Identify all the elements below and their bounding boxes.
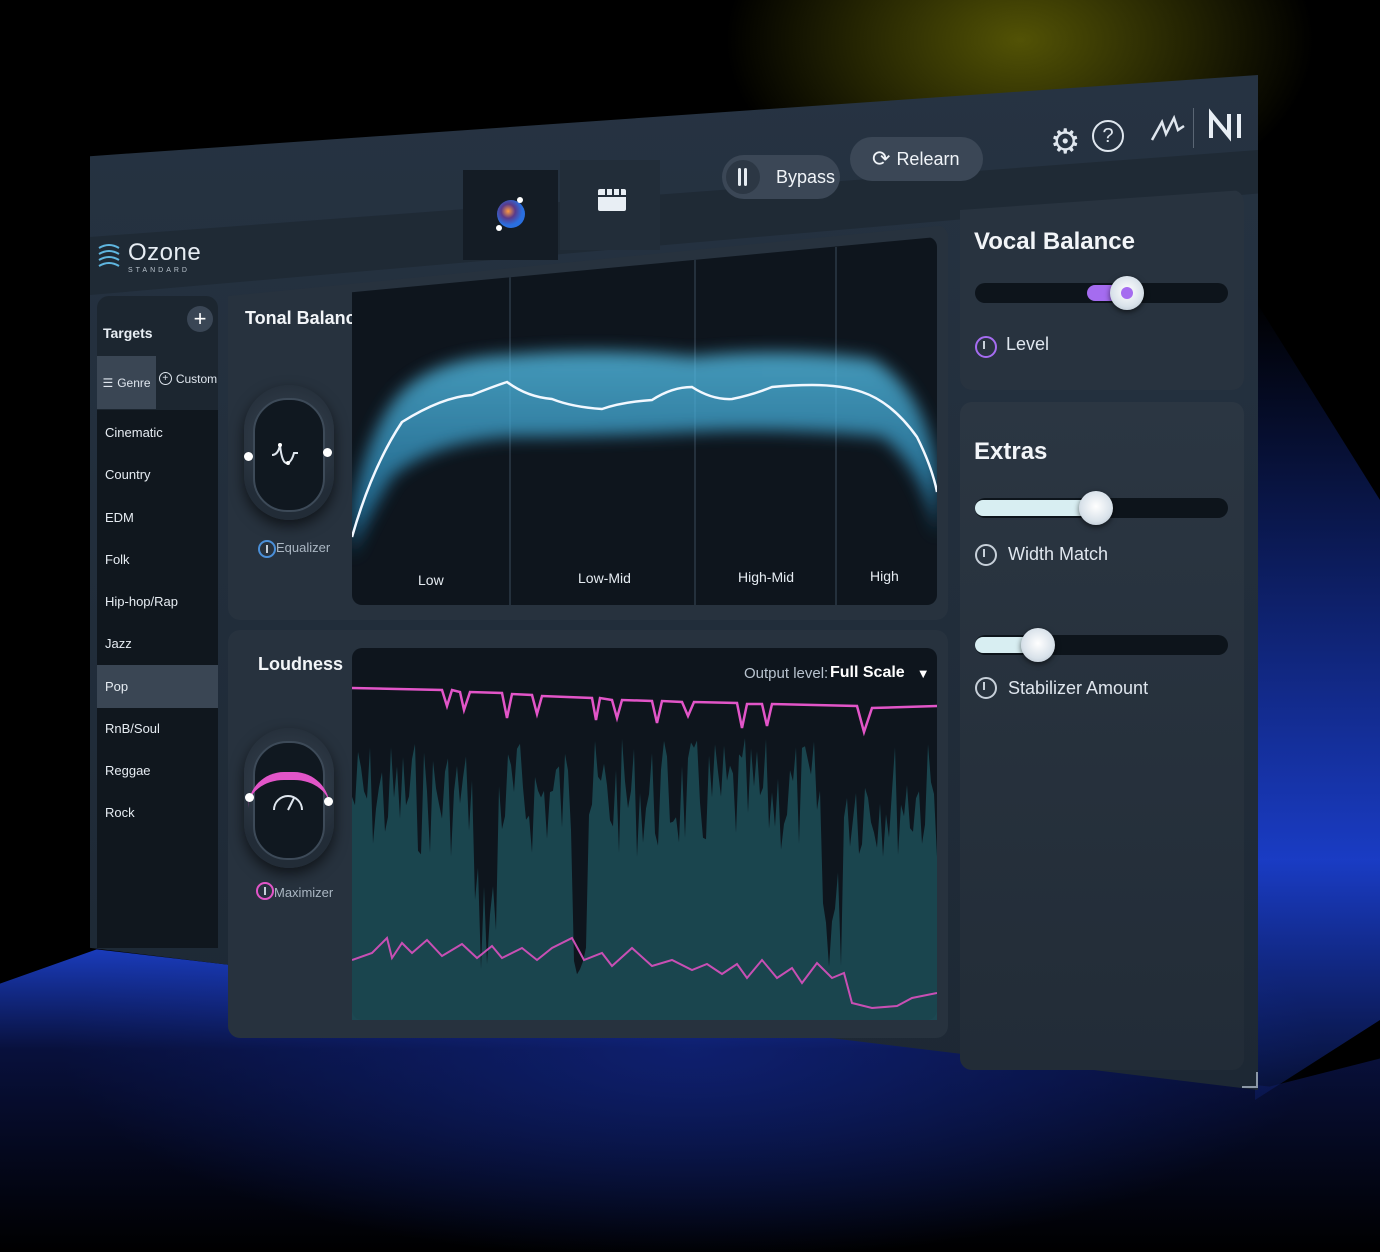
maximizer-label: Maximizer	[274, 885, 334, 900]
width-match-slider-fill	[975, 500, 1097, 516]
waveform-area	[352, 738, 937, 1020]
eq-curve-icon	[271, 443, 298, 465]
header-divider	[1193, 108, 1194, 148]
plus-circle-icon: +	[158, 372, 172, 385]
equalizer-power-icon[interactable]	[258, 540, 276, 558]
genre-item[interactable]: Jazz	[105, 636, 132, 651]
vocal-balance-title: Vocal Balance	[974, 228, 1135, 255]
eq-knob-right-handle[interactable]	[323, 448, 332, 457]
vocal-level-label: Level	[1006, 334, 1050, 354]
width-match-power-icon[interactable]	[975, 544, 997, 566]
tonal-curve-graph	[352, 247, 937, 605]
chevron-down-icon: ▼	[916, 665, 930, 681]
ni-logo-icon[interactable]	[1207, 108, 1247, 142]
band-label-high-mid: High-Mid	[738, 569, 795, 585]
loudness-waveform-graph	[352, 686, 937, 1020]
tonal-balance-display: Low Low-Mid High-Mid High	[352, 237, 937, 605]
maximizer-knob-left-handle[interactable]	[245, 793, 254, 802]
stabilizer-slider-thumb[interactable]	[1021, 628, 1056, 662]
band-label-low-mid: Low-Mid	[578, 570, 631, 586]
tab-custom[interactable]: + Custom	[158, 352, 218, 405]
band-label-high: High	[870, 568, 899, 584]
targets-title: Targets	[103, 325, 153, 341]
tab-genre[interactable]: ☰ Genre	[97, 356, 156, 409]
target-range-band	[352, 351, 937, 557]
genre-item[interactable]: Rock	[105, 805, 135, 820]
width-match-label: Width Match	[1008, 544, 1109, 564]
modules-grid-icon	[598, 189, 626, 211]
speedometer-icon	[273, 795, 303, 811]
app-logo: Ozone STANDARD	[96, 238, 201, 274]
equalizer-label: Equalizer	[276, 540, 331, 555]
ozone-swirl-icon	[98, 244, 120, 267]
assistant-orb-icon	[496, 197, 525, 231]
tonal-balance-title: Tonal Balance	[245, 308, 366, 328]
stabilizer-power-icon[interactable]	[975, 677, 997, 699]
help-icon[interactable]: ?	[1092, 120, 1124, 152]
add-target-button[interactable]: +	[187, 306, 213, 332]
genre-item[interactable]: Hip-hop/Rap	[105, 594, 178, 609]
tab-assistant[interactable]	[463, 170, 558, 260]
app-name: Ozone	[128, 238, 202, 266]
output-level-value: Full Scale	[830, 664, 905, 681]
relearn-icon: ⟳	[872, 146, 891, 171]
tab-genre-label: Genre	[117, 375, 151, 390]
relearn-button[interactable]: ⟳ Relearn	[850, 137, 983, 181]
band-label-low: Low	[418, 572, 444, 588]
genre-item[interactable]: Cinematic	[105, 425, 163, 440]
resize-handle[interactable]	[1242, 1072, 1258, 1088]
genre-item[interactable]: Folk	[105, 552, 130, 567]
settings-gear-icon[interactable]: ⚙	[1050, 122, 1080, 162]
maximizer-knob-right-handle[interactable]	[324, 797, 333, 806]
tab-modules[interactable]	[560, 160, 660, 250]
genre-item[interactable]: RnB/Soul	[105, 721, 160, 736]
output-level-dropdown[interactable]: Full Scale ▼	[830, 664, 930, 682]
genre-item[interactable]: EDM	[105, 510, 134, 525]
genre-item-selected[interactable]: Pop	[105, 679, 128, 694]
genre-item[interactable]: Reggae	[105, 763, 151, 778]
output-level-label: Output level:	[744, 665, 829, 682]
maximizer-power-icon[interactable]	[256, 882, 274, 900]
bypass-button[interactable]: Bypass	[722, 155, 840, 199]
loudness-title: Loudness	[258, 654, 344, 674]
signature-icon[interactable]	[1148, 110, 1188, 150]
stabilizer-label: Stabilizer Amount	[1008, 678, 1149, 698]
loudness-display: Output level: Full Scale ▼	[352, 648, 937, 1020]
bypass-toggle-icon	[726, 160, 760, 194]
genre-item[interactable]: Country	[105, 467, 151, 482]
vocal-level-slider-thumb[interactable]	[1109, 276, 1144, 310]
relearn-label: Relearn	[896, 148, 960, 169]
vocal-level-power-icon[interactable]	[975, 336, 997, 358]
bypass-label: Bypass	[776, 166, 836, 187]
tab-custom-label: Custom	[175, 371, 218, 386]
app-edition: STANDARD	[128, 266, 190, 274]
list-icon: ☰	[102, 375, 114, 390]
plugin-stage: Ozone STANDARD Bypass ⟳ Relearn ⚙ ? Targ…	[0, 0, 1380, 1252]
eq-knob-left-handle[interactable]	[244, 452, 253, 461]
extras-title: Extras	[974, 438, 1048, 465]
output-level-line	[352, 686, 937, 737]
